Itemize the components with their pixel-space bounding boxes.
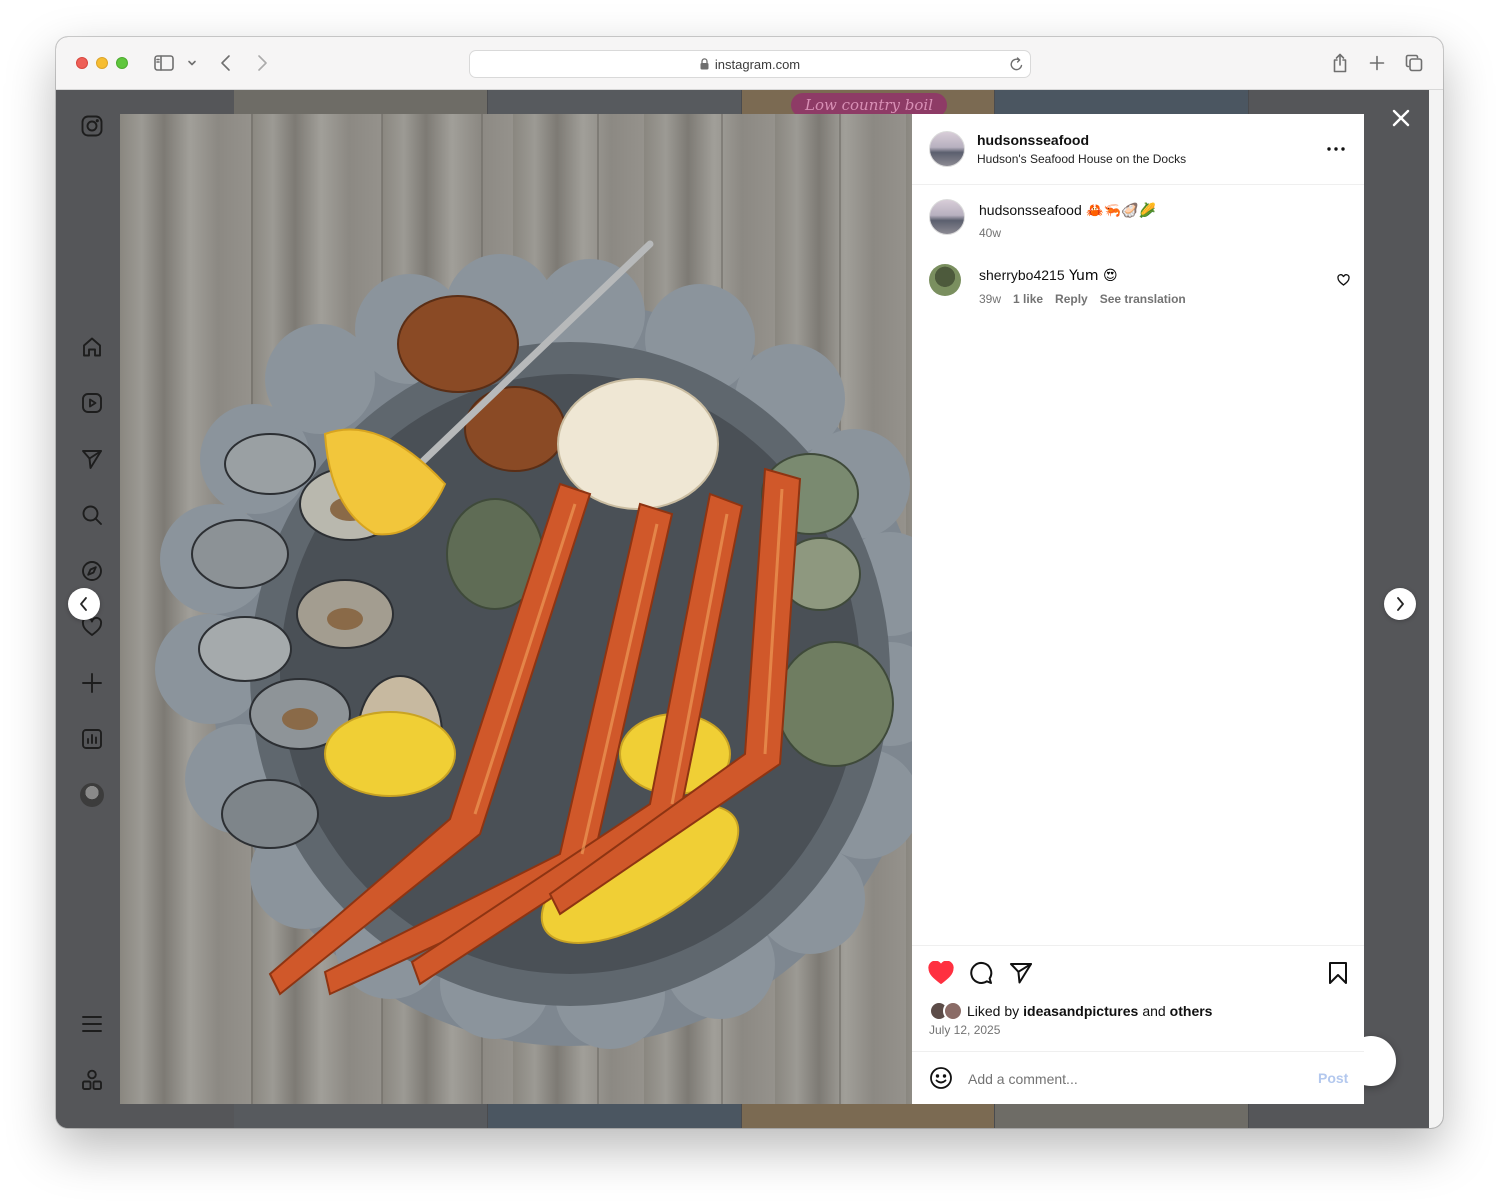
chevron-down-icon[interactable] <box>185 51 199 75</box>
grid-thumbnail[interactable] <box>487 1104 742 1128</box>
minimize-window-button[interactable] <box>96 57 108 69</box>
comment-line: sherrybo4215 Yum 😍 <box>979 267 1118 285</box>
author-username[interactable]: hudsonsseafood <box>977 132 1089 148</box>
forward-icon[interactable] <box>252 51 272 75</box>
profile-avatar[interactable] <box>80 783 104 807</box>
liked-by-prefix: Liked by <box>967 1003 1020 1019</box>
scrollbar[interactable] <box>1429 90 1443 1128</box>
emoji-picker-icon[interactable] <box>929 1066 953 1095</box>
post-image[interactable] <box>120 114 912 1104</box>
post-modal: hudsonsseafood Hudson's Seafood House on… <box>120 114 1364 1104</box>
liked-by: Liked by ideasandpictures and others <box>929 1001 1212 1021</box>
comment-username[interactable]: sherrybo4215 <box>979 267 1065 283</box>
browser-window: instagram.com Low country boil hudsonsse… <box>56 37 1443 1128</box>
see-translation-button[interactable]: See translation <box>1100 292 1186 306</box>
caption-meta: 40w <box>979 226 1001 240</box>
tab-overview-icon[interactable] <box>1404 51 1424 75</box>
zoom-window-button[interactable] <box>116 57 128 69</box>
comment-likes[interactable]: 1 like <box>1013 292 1043 306</box>
author-avatar[interactable] <box>929 131 965 167</box>
comment-age[interactable]: 39w <box>979 292 1001 306</box>
caption-text: 🦀🦐🦪🌽 <box>1086 203 1156 219</box>
reels-icon[interactable] <box>80 391 104 415</box>
commenter-avatar[interactable] <box>929 264 961 296</box>
post-comment-button[interactable]: Post <box>1318 1070 1348 1086</box>
close-post-icon[interactable] <box>1390 107 1412 129</box>
post-header: hudsonsseafood Hudson's Seafood House on… <box>912 114 1364 185</box>
url-text: instagram.com <box>714 56 801 72</box>
search-icon[interactable] <box>80 503 104 527</box>
home-icon[interactable] <box>80 335 104 359</box>
caption-avatar[interactable] <box>929 199 965 235</box>
back-icon[interactable] <box>216 51 236 75</box>
liker-avatar[interactable] <box>943 1001 963 1021</box>
caption-username[interactable]: hudsonsseafood <box>979 202 1082 218</box>
seafood-platter-illustration <box>155 114 912 1104</box>
comment-input[interactable] <box>968 1069 1298 1089</box>
lock-icon <box>700 58 709 70</box>
grid-thumbnail[interactable] <box>995 1104 1249 1128</box>
more-options-icon[interactable] <box>1324 140 1348 158</box>
browser-toolbar: instagram.com <box>56 37 1443 90</box>
address-bar[interactable]: instagram.com <box>469 50 1031 78</box>
post-location[interactable]: Hudson's Seafood House on the Docks <box>977 152 1186 166</box>
instagram-logo-icon[interactable] <box>80 114 104 138</box>
page-content: Low country boil hudsonsseafood Hudson's… <box>56 90 1429 1128</box>
liked-by-conjunction: and <box>1142 1003 1166 1019</box>
comment-icon[interactable] <box>968 960 994 986</box>
menu-icon[interactable] <box>80 1012 104 1036</box>
dashboard-icon[interactable] <box>80 727 104 751</box>
next-post-button[interactable] <box>1384 588 1416 620</box>
create-icon[interactable] <box>80 671 104 695</box>
liked-by-user[interactable]: ideasandpictures <box>1023 1003 1138 1019</box>
reply-button[interactable]: Reply <box>1055 292 1088 306</box>
share-post-icon[interactable] <box>1008 960 1034 986</box>
background-grid-bottom <box>234 1104 1249 1128</box>
save-icon[interactable] <box>1325 960 1351 986</box>
like-icon[interactable] <box>928 960 954 986</box>
caption-line: hudsonsseafood 🦀🦐🦪🌽 <box>979 202 1156 220</box>
add-comment-bar: Post <box>912 1051 1364 1104</box>
post-date[interactable]: July 12, 2025 <box>929 1023 1000 1037</box>
post-details-panel: hudsonsseafood Hudson's Seafood House on… <box>912 114 1364 1104</box>
previous-post-button[interactable] <box>68 588 100 620</box>
comment-meta: 39w 1 like Reply See translation <box>979 292 1186 306</box>
grid-thumbnail[interactable] <box>487 90 742 114</box>
share-icon[interactable] <box>1330 51 1350 75</box>
grid-thumbnail[interactable] <box>741 1104 996 1128</box>
explore-icon[interactable] <box>80 559 104 583</box>
reload-icon[interactable] <box>1009 56 1024 75</box>
background-grid-top <box>234 90 1249 114</box>
sidebar-toggle-icon[interactable] <box>152 51 176 75</box>
close-window-button[interactable] <box>76 57 88 69</box>
also-from-meta-icon[interactable] <box>80 1068 104 1092</box>
new-tab-icon[interactable] <box>1367 51 1387 75</box>
comment-text: Yum 😍 <box>1069 268 1118 284</box>
post-actions: Liked by ideasandpictures and others Jul… <box>912 945 1364 1051</box>
grid-thumbnail[interactable] <box>234 1104 488 1128</box>
grid-thumbnail[interactable] <box>234 90 488 114</box>
caption-age[interactable]: 40w <box>979 226 1001 240</box>
grid-thumbnail[interactable] <box>995 90 1249 114</box>
like-comment-icon[interactable] <box>1337 273 1350 291</box>
liked-by-others[interactable]: others <box>1170 1003 1213 1019</box>
messages-icon[interactable] <box>80 447 104 471</box>
